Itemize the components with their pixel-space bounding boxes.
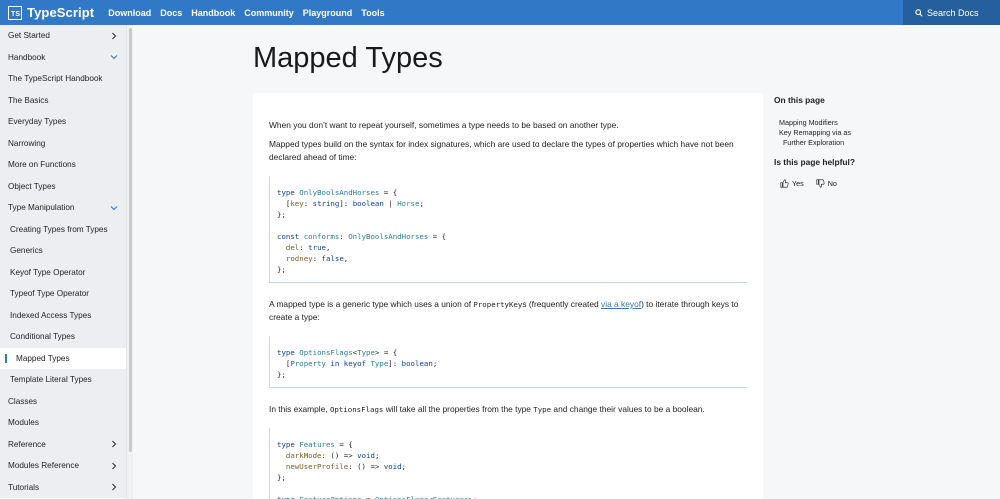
sidebar-item-template-literal-types[interactable]: Template Literal Types	[0, 369, 126, 391]
sidebar-item-label: Handbook	[8, 52, 46, 62]
chevron-right-icon	[110, 440, 118, 448]
sidebar-item-label: Modules	[8, 418, 39, 428]
sidebar-item-label: Creating Types from Types	[10, 224, 108, 234]
sidebar: Get Started Handbook The TypeScript Handbo…	[0, 25, 127, 499]
search-icon	[915, 8, 923, 17]
ts-logo-icon: TS	[8, 5, 22, 20]
chevron-right-icon	[110, 483, 118, 491]
chevron-down-icon	[110, 204, 118, 212]
p3-text-mid: s (frequently created	[522, 299, 602, 309]
sidebar-item-typeof-type-operator[interactable]: Typeof Type Operator	[0, 283, 126, 305]
sidebar-item-mapped-types[interactable]: Mapped Types	[0, 347, 126, 369]
sidebar-item-label: Object Types	[8, 181, 56, 191]
sidebar-item-the-typescript-handbook[interactable]: The TypeScript Handbook	[0, 68, 126, 90]
article-content: When you don’t want to repeat yourself, …	[253, 93, 763, 499]
thumbs-down-icon	[816, 179, 825, 188]
nav-link-download[interactable]: Download	[108, 8, 151, 18]
page-title: Mapped Types	[253, 42, 443, 74]
code-block-options-flags[interactable]: type OptionsFlags<Type> = { [Property in…	[269, 336, 747, 388]
sidebar-item-get-started[interactable]: Get Started	[0, 25, 126, 47]
sidebar-item-label: Classes	[8, 396, 38, 406]
code-block-only-bools[interactable]: type OnlyBoolsAndHorses = { [key: string…	[269, 176, 747, 283]
toc-link-further-exploration[interactable]: Further Exploration	[774, 138, 884, 148]
link-via-a-keyof[interactable]: via a keyof	[601, 299, 641, 309]
sidebar-item-modules[interactable]: Modules	[0, 412, 126, 434]
paragraph-intro: When you don’t want to repeat yourself, …	[269, 120, 619, 130]
sidebar-item-label: Template Literal Types	[10, 375, 92, 385]
sidebar-item-label: Get Started	[8, 31, 50, 41]
sidebar-item-label: The TypeScript Handbook	[8, 74, 103, 84]
chevron-right-icon	[110, 32, 118, 40]
nav-link-handbook[interactable]: Handbook	[191, 8, 235, 18]
helpful-no-button[interactable]: No	[816, 179, 837, 188]
sidebar-item-label: The Basics	[8, 95, 49, 105]
typescript-logo[interactable]: TS TypeScript	[8, 5, 94, 20]
sidebar-item-label: More on Functions	[8, 160, 76, 170]
sidebar-item-modules-reference[interactable]: Modules Reference	[0, 455, 126, 477]
paragraph-index-signatures: Mapped types build on the syntax for ind…	[269, 139, 734, 162]
p4-text-start: In this example,	[269, 404, 330, 414]
sidebar-item-classes[interactable]: Classes	[0, 390, 126, 412]
helpful-heading: Is this page helpful?	[774, 157, 855, 167]
sidebar-scrollbar-thumb[interactable]	[129, 28, 132, 452]
sidebar-item-object-types[interactable]: Object Types	[0, 175, 126, 197]
inline-code-type: Type	[533, 405, 552, 414]
search-docs-button[interactable]: Search Docs	[903, 0, 1000, 25]
sidebar-item-handbook[interactable]: Handbook	[0, 46, 126, 68]
inline-code-propertykey: PropertyKey	[473, 300, 523, 309]
sidebar-item-reference[interactable]: Reference	[0, 433, 126, 455]
toc-link-key-remapping[interactable]: Key Remapping via as	[774, 128, 884, 138]
sidebar-item-label: Generics	[10, 246, 43, 256]
sidebar-item-narrowing[interactable]: Narrowing	[0, 132, 126, 154]
sidebar-item-the-basics[interactable]: The Basics	[0, 89, 126, 111]
sidebar-item-keyof-type-operator[interactable]: Keyof Type Operator	[0, 261, 126, 283]
search-label: Search Docs	[927, 7, 979, 18]
sidebar-item-creating-types-from-types[interactable]: Creating Types from Types	[0, 218, 126, 240]
sidebar-item-label: Mapped Types	[5, 353, 70, 363]
paragraph-example: In this example, OptionsFlags will take …	[269, 403, 747, 416]
sidebar-item-type-manipulation[interactable]: Type Manipulation	[0, 197, 126, 219]
sidebar-item-label: Narrowing	[8, 138, 46, 148]
nav-link-docs[interactable]: Docs	[160, 8, 182, 18]
sidebar-item-label: Conditional Types	[10, 332, 75, 342]
sidebar-item-label: Type Manipulation	[8, 203, 75, 213]
sidebar-item-conditional-types[interactable]: Conditional Types	[0, 326, 126, 348]
sidebar-item-generics[interactable]: Generics	[0, 240, 126, 262]
chevron-down-icon	[110, 53, 118, 61]
p3-text-start: A mapped type is a generic type which us…	[269, 299, 474, 309]
p4-text-mid: will take all the properties from the ty…	[383, 404, 534, 414]
helpful-no-label: No	[827, 179, 837, 188]
sidebar-item-label: Modules Reference	[8, 461, 79, 471]
sidebar-item-tutorials[interactable]: Tutorials	[0, 476, 126, 498]
toc-link-mapping-modifiers[interactable]: Mapping Modifiers	[774, 118, 884, 128]
nav-link-tools[interactable]: Tools	[361, 8, 384, 18]
sidebar-item-label: Reference	[8, 439, 46, 449]
top-navigation-bar: TS TypeScript Download Docs Handbook Com…	[0, 0, 1000, 25]
sidebar-item-label: Tutorials	[8, 482, 40, 492]
sidebar-item-indexed-access-types[interactable]: Indexed Access Types	[0, 304, 126, 326]
thumbs-up-icon	[780, 179, 789, 188]
sidebar-item-label: Typeof Type Operator	[10, 289, 90, 299]
paragraph-mapped-type: A mapped type is a generic type which us…	[269, 298, 747, 324]
sidebar-item-everyday-types[interactable]: Everyday Types	[0, 111, 126, 133]
helpful-yes-label: Yes	[792, 179, 804, 188]
toc-heading: On this page	[774, 95, 825, 105]
table-of-contents: On this page Mapping Modifiers Key Remap…	[774, 95, 884, 188]
nav-link-community[interactable]: Community	[244, 8, 294, 18]
p4-text-end: and change their values to be a boolean.	[551, 404, 705, 414]
nav-links: Download Docs Handbook Community Playgro…	[108, 8, 384, 18]
helpful-yes-button[interactable]: Yes	[780, 179, 804, 188]
sidebar-item-label: Everyday Types	[8, 117, 67, 127]
code-block-features[interactable]: type Features = { darkMode: () => void; …	[269, 428, 747, 499]
brand-name: TypeScript	[27, 5, 95, 20]
sidebar-item-more-on-functions[interactable]: More on Functions	[0, 154, 126, 176]
chevron-right-icon	[110, 462, 118, 470]
nav-link-playground[interactable]: Playground	[303, 8, 353, 18]
sidebar-item-label: Indexed Access Types	[10, 310, 92, 320]
sidebar-item-label: Keyof Type Operator	[10, 267, 86, 277]
inline-code-optionsflags: OptionsFlags	[329, 405, 384, 414]
helpful-section: Is this page helpful? Yes No	[774, 157, 884, 188]
